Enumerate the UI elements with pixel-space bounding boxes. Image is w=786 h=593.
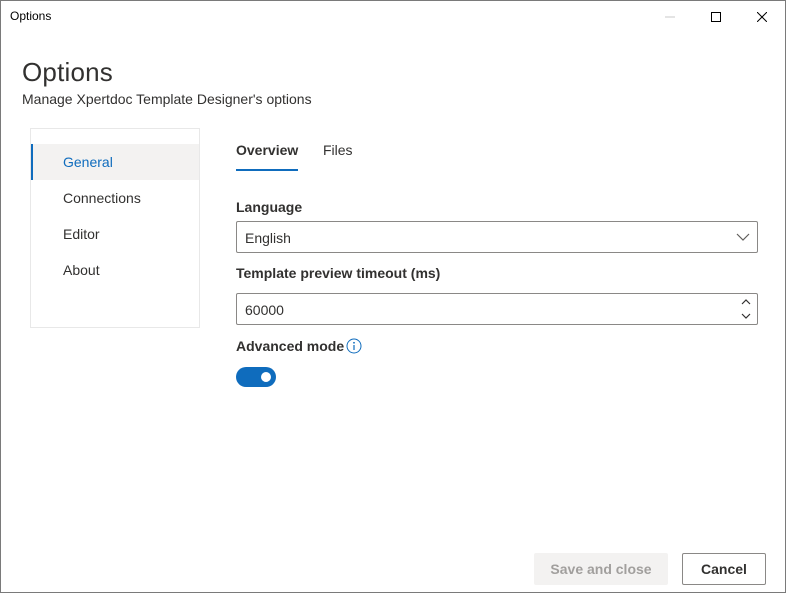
minimize-icon [665,16,675,17]
timeout-spinbox[interactable]: 60000 [236,293,758,325]
maximize-button[interactable] [693,1,739,32]
tab-overview[interactable]: Overview [236,141,299,172]
timeout-value: 60000 [245,302,284,318]
chevron-down-icon [736,233,750,241]
options-window: Options Options Manage Xpertdoc Template… [0,0,786,593]
cancel-button[interactable]: Cancel [682,553,766,585]
window-title: Options [10,9,52,23]
close-button[interactable] [739,1,785,32]
advanced-mode-toggle[interactable] [236,367,276,387]
chevron-down-icon[interactable] [741,311,751,321]
page-subtitle: Manage Xpertdoc Template Designer's opti… [22,91,312,107]
sidebar-item-editor[interactable]: Editor [31,216,199,252]
page-title: Options [22,57,114,87]
maximize-icon [711,11,721,22]
language-label: Language [236,199,303,215]
save-and-close-button[interactable]: Save and close [534,553,668,585]
timeout-label: Template preview timeout (ms) [236,265,441,281]
options-sidebar: General Connections Editor About [30,128,200,328]
close-icon [757,11,767,22]
language-value: English [245,230,291,246]
language-select[interactable]: English [236,221,758,253]
title-bar: Options [1,1,785,32]
minimize-button[interactable] [647,1,693,32]
tab-files[interactable]: Files [323,141,353,172]
sidebar-item-about[interactable]: About [31,252,199,288]
advanced-mode-label: Advanced mode [236,338,345,354]
sidebar-item-general[interactable]: General [31,144,199,180]
toggle-knob [261,372,271,382]
info-icon[interactable] [346,338,362,354]
sidebar-item-connections[interactable]: Connections [31,180,199,216]
chevron-up-icon[interactable] [741,297,751,307]
